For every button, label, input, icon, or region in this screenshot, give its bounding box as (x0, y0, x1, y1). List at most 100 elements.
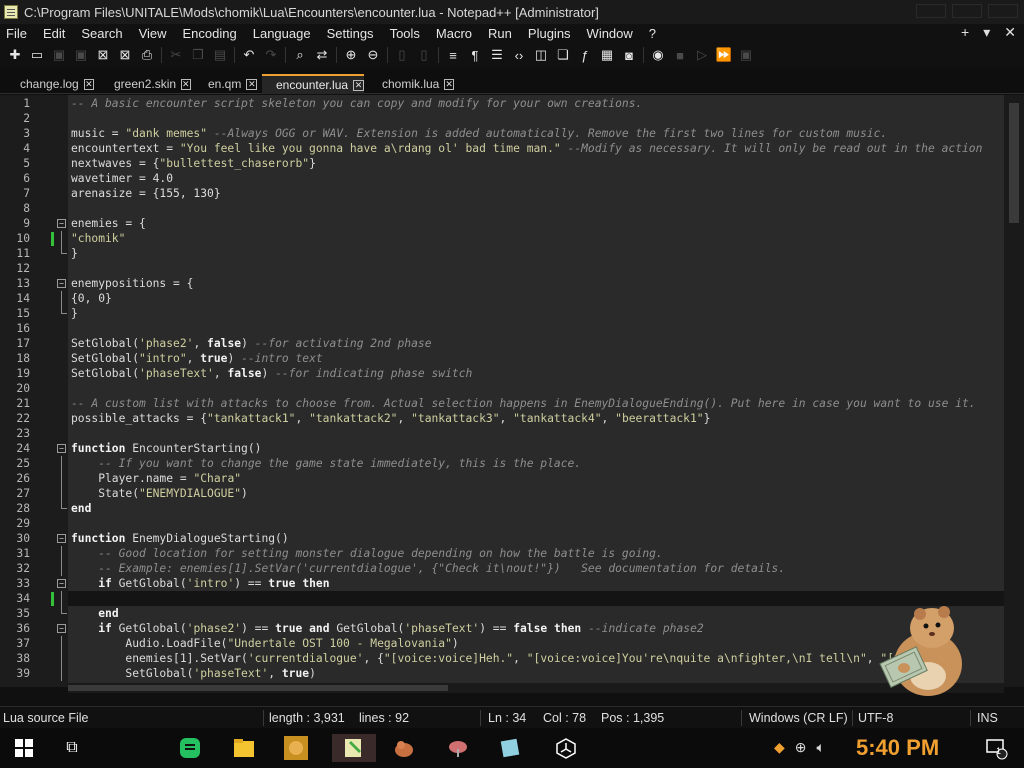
folder-workspace-icon[interactable]: ▦ (596, 45, 618, 65)
indent-guide-icon[interactable]: ☰ (486, 45, 508, 65)
play-icon[interactable]: ▷ (691, 45, 713, 65)
close-all-icon[interactable]: ⊠ (114, 45, 136, 65)
taskbar-clock[interactable]: 5:40 PM (856, 735, 939, 761)
code-line[interactable]: -- A basic encounter script skeleton you… (71, 96, 642, 111)
menu-settings[interactable]: Settings (319, 26, 382, 41)
gutter-line[interactable]: 11 (0, 246, 68, 261)
menu-window[interactable]: Window (579, 26, 641, 41)
code-line[interactable]: end (71, 501, 91, 516)
new-tab-plus-icon[interactable]: + (961, 24, 969, 41)
gutter-line[interactable]: 22 (0, 411, 68, 426)
tab-green2-skin[interactable]: green2.skin ✕ (102, 74, 191, 94)
code-line[interactable]: -- If you want to change the game state … (71, 456, 581, 471)
menu-file[interactable]: File (0, 26, 35, 41)
code-line[interactable]: if GetGlobal('phase2') == true and GetGl… (71, 621, 703, 636)
save-icon[interactable]: ▣ (48, 45, 70, 65)
code-line[interactable]: end (71, 606, 118, 621)
notification-center-icon[interactable]: 1 (982, 734, 1010, 762)
gutter-line[interactable]: 37 (0, 636, 68, 651)
menu-encoding[interactable]: Encoding (175, 26, 245, 41)
volume-muted-icon[interactable]: 🔈︎ (817, 739, 825, 756)
fold-toggle-icon[interactable]: − (57, 534, 66, 543)
sync-h-icon[interactable]: ▯ (413, 45, 435, 65)
code-line[interactable]: State("ENEMYDIALOGUE") (71, 486, 248, 501)
code-line[interactable]: -- Good location for setting monster dia… (71, 546, 663, 561)
code-line[interactable]: SetGlobal("intro", true) --intro text (71, 351, 323, 366)
maximize-button[interactable] (952, 4, 982, 18)
notepad-plus-plus-taskbar-icon[interactable] (332, 734, 376, 762)
tab-close-icon[interactable]: ✕ (181, 78, 191, 90)
gutter-line[interactable]: 12 (0, 261, 68, 276)
status-eol[interactable]: Windows (CR LF) (749, 711, 848, 725)
code-line[interactable]: enemypositions = { (71, 276, 193, 291)
gutter-line[interactable]: 18 (0, 351, 68, 366)
menu-macro[interactable]: Macro (428, 26, 480, 41)
status-encoding[interactable]: UTF-8 (858, 711, 893, 725)
windows-start-icon[interactable] (10, 734, 38, 762)
code-line[interactable]: music = "dank memes" --Always OGG or WAV… (71, 126, 887, 141)
gutter-line[interactable]: 6 (0, 171, 68, 186)
gutter-line[interactable]: 7 (0, 186, 68, 201)
fold-toggle-icon[interactable]: − (57, 579, 66, 588)
gutter-line[interactable]: 33 − (0, 576, 68, 591)
tab-close-icon[interactable]: ✕ (246, 78, 258, 90)
fold-toggle-icon[interactable]: − (57, 624, 66, 633)
paste-icon[interactable]: ▤ (209, 45, 231, 65)
play-multiple-icon[interactable]: ⏩ (713, 45, 735, 65)
editor-area[interactable]: 1 2 3 4 5 6 7 8 9−10 11 12 13−14 15 16 17 18 19 20 21 22 23 2… (0, 95, 1024, 687)
code-line[interactable]: SetGlobal('phaseText', false) --for indi… (71, 366, 472, 381)
print-icon[interactable]: ⎙ (136, 45, 158, 65)
notes-app-icon[interactable] (496, 734, 524, 762)
record-icon[interactable]: ◉ (647, 45, 669, 65)
code-line[interactable]: encountertext = "You feel like you gonna… (71, 141, 982, 156)
fold-toggle-icon[interactable]: − (57, 219, 66, 228)
gutter-line[interactable]: 16 (0, 321, 68, 336)
gutter-line[interactable]: 9− (0, 216, 68, 231)
gutter-line[interactable]: 36 − (0, 621, 68, 636)
code-line[interactable]: SetGlobal('phaseText', true) (71, 666, 316, 681)
code-line[interactable]: enemies = { (71, 216, 146, 231)
redo-icon[interactable]: ↷ (260, 45, 282, 65)
gutter-line[interactable]: 32 (0, 561, 68, 576)
code-line[interactable]: -- Example: enemies[1].SetVar('currentdi… (71, 561, 785, 576)
tab-change-log[interactable]: change.log ✕ (8, 74, 94, 94)
gutter-line[interactable]: 31 (0, 546, 68, 561)
gutter-line[interactable]: 10 (0, 231, 68, 246)
code-line[interactable]: } (71, 246, 78, 261)
gutter-line[interactable]: 13 − (0, 276, 68, 291)
code-line[interactable]: possible_attacks = {"tankattack1", "tank… (71, 411, 710, 426)
open-file-icon[interactable]: ▭ (26, 45, 48, 65)
tab-en-qm[interactable]: en.qm ✕ (196, 74, 258, 94)
gutter-line[interactable]: 38 (0, 651, 68, 666)
tab-close-icon[interactable]: ✕ (83, 78, 94, 90)
code-line[interactable]: Player.name = "Chara" (71, 471, 241, 486)
fold-toggle-icon[interactable]: − (57, 279, 66, 288)
scroll-thumb[interactable] (68, 685, 448, 691)
code-line[interactable]: "chomik" (71, 231, 125, 246)
code-line[interactable]: function EncounterStarting() (71, 441, 261, 456)
code-line[interactable]: SetGlobal('phase2', false) --for activat… (71, 336, 432, 351)
code-line[interactable]: function EnemyDialogueStarting() (71, 531, 289, 546)
tab-list-down-icon[interactable]: ▾ (983, 24, 990, 41)
tab-encounter-lua[interactable]: encounter.lua ✕ (262, 74, 364, 94)
gutter-line[interactable]: 28 (0, 501, 68, 516)
menu-search[interactable]: Search (73, 26, 130, 41)
tab-close-icon[interactable]: ✕ (444, 78, 454, 90)
document-list-icon[interactable]: ❏ (552, 45, 574, 65)
save-macro-icon[interactable]: ▣ (735, 45, 757, 65)
close-doc-icon[interactable]: ✕ (1004, 24, 1016, 41)
xml-icon[interactable]: ‹› (508, 45, 530, 65)
copy-icon[interactable]: ❐ (187, 45, 209, 65)
code-line[interactable]: nextwaves = {"bullettest_chaserorb"} (71, 156, 316, 171)
unity-app-icon[interactable] (552, 734, 580, 762)
code-line[interactable]: arenasize = {155, 130} (71, 186, 221, 201)
gutter-line[interactable]: 26 (0, 471, 68, 486)
gutter-line[interactable]: 25 (0, 456, 68, 471)
gutter-line[interactable]: 24 − (0, 441, 68, 456)
gutter-line[interactable]: 14 (0, 291, 68, 306)
gutter-line[interactable]: 20 (0, 381, 68, 396)
map-icon[interactable]: ◫ (530, 45, 552, 65)
menu-language[interactable]: Language (245, 26, 319, 41)
tab-chomik-lua[interactable]: chomik.lua ✕ (368, 74, 454, 94)
menu-view[interactable]: View (131, 26, 175, 41)
